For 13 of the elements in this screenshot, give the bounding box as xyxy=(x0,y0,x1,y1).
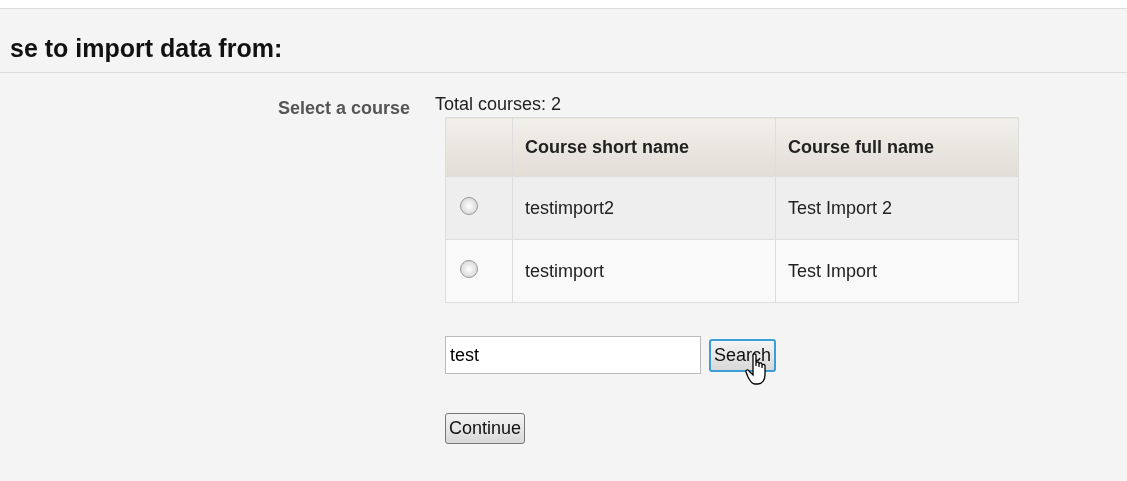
table-cell: Test Import xyxy=(775,239,1019,303)
course-count: Total courses: 2 xyxy=(435,94,563,114)
column-header: Course short name xyxy=(512,117,776,177)
field-label: Select a course xyxy=(277,98,410,118)
search-field[interactable]: test xyxy=(445,336,701,374)
page-heading: se to import data from: xyxy=(0,9,1127,73)
table-cell: Test Import 2 xyxy=(775,176,1019,240)
table-cell: testimport2 xyxy=(512,176,776,240)
continue-button[interactable]: Continue xyxy=(445,413,526,444)
radio-button[interactable] xyxy=(460,259,478,278)
table-cell: testimport xyxy=(512,239,776,303)
radio-button[interactable] xyxy=(460,196,478,215)
column-header: Course full name xyxy=(775,117,1019,177)
